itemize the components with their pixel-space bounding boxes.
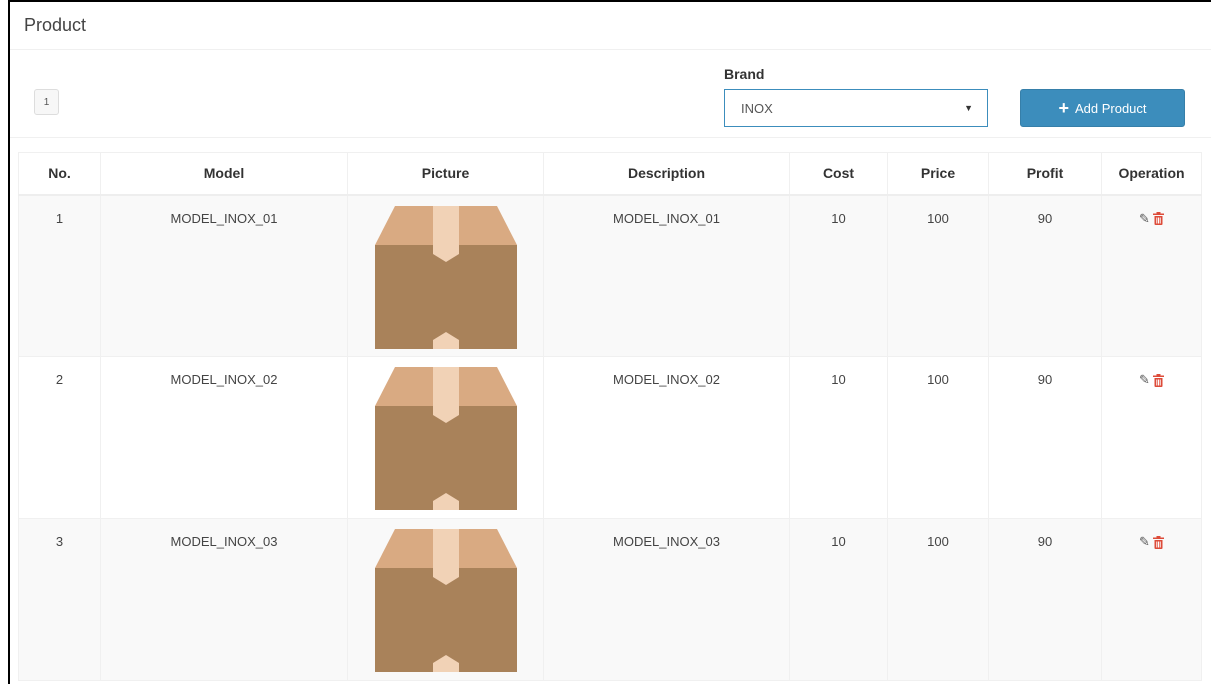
cell-picture <box>347 356 544 519</box>
page-title: Product <box>10 2 1211 50</box>
brand-select[interactable]: INOX ▼ <box>724 89 988 127</box>
column-header-price[interactable]: Price <box>887 152 989 196</box>
cell-cost: 10 <box>789 356 888 519</box>
cell-picture <box>347 518 544 681</box>
column-header-operation[interactable]: Operation <box>1101 152 1202 196</box>
table-header-row: No. Model Picture Description Cost Price… <box>18 152 1202 196</box>
column-header-cost[interactable]: Cost <box>789 152 888 196</box>
plus-icon: + <box>1058 98 1069 118</box>
cell-no: 2 <box>18 356 101 519</box>
cell-no: 3 <box>18 518 101 681</box>
column-header-model[interactable]: Model <box>100 152 348 196</box>
cell-description: MODEL_INOX_01 <box>543 194 790 357</box>
cell-description: MODEL_INOX_03 <box>543 518 790 681</box>
table-row: 3 MODEL_INOX_03 MODEL_INOX_03 10 100 90 <box>18 518 1202 681</box>
cell-operation: ✎ <box>1101 518 1202 681</box>
cell-operation: ✎ <box>1101 194 1202 357</box>
column-header-description[interactable]: Description <box>543 152 790 196</box>
trash-icon[interactable] <box>1152 535 1164 549</box>
cardboard-box-icon <box>374 529 517 672</box>
add-product-label: Add Product <box>1074 100 1147 116</box>
cardboard-box-icon <box>374 205 517 349</box>
pagination-page-button[interactable]: 1 <box>34 89 59 115</box>
product-table: No. Model Picture Description Cost Price… <box>18 152 1202 681</box>
cell-price: 100 <box>887 194 989 357</box>
cell-picture <box>347 194 544 357</box>
trash-icon[interactable] <box>1152 212 1164 225</box>
column-header-profit[interactable]: Profit <box>988 152 1102 196</box>
column-header-no[interactable]: No. <box>18 152 101 196</box>
cell-operation: ✎ <box>1101 356 1202 519</box>
cell-cost: 10 <box>789 194 888 357</box>
cell-model: MODEL_INOX_03 <box>100 518 348 681</box>
cell-price: 100 <box>887 356 989 519</box>
toolbar: 1 Brand INOX ▼ + Add Product <box>10 50 1211 138</box>
cell-profit: 90 <box>988 518 1102 681</box>
cell-cost: 10 <box>789 518 888 681</box>
brand-select-value: INOX <box>741 100 773 116</box>
add-product-button[interactable]: + Add Product <box>1020 89 1185 127</box>
cardboard-box-icon <box>374 367 517 510</box>
edit-icon[interactable]: ✎ <box>1139 534 1150 550</box>
edit-icon[interactable]: ✎ <box>1139 372 1150 388</box>
cell-model: MODEL_INOX_02 <box>100 356 348 519</box>
table-row: 2 MODEL_INOX_02 MODEL_INOX_02 10 100 90 <box>18 356 1202 519</box>
cell-price: 100 <box>887 518 989 681</box>
cell-profit: 90 <box>988 356 1102 519</box>
column-header-picture[interactable]: Picture <box>347 152 544 196</box>
brand-label: Brand <box>724 66 765 82</box>
caret-down-icon: ▼ <box>964 103 973 113</box>
cell-no: 1 <box>18 194 101 357</box>
cell-model: MODEL_INOX_01 <box>100 194 348 357</box>
table-row: 1 MODEL_INOX_01 MODEL_INOX_01 10 100 90 <box>18 194 1202 357</box>
cell-description: MODEL_INOX_02 <box>543 356 790 519</box>
edit-icon[interactable]: ✎ <box>1139 211 1150 227</box>
product-panel: Product 1 Brand INOX ▼ + Add Product No. <box>8 0 1211 684</box>
cell-profit: 90 <box>988 194 1102 357</box>
trash-icon[interactable] <box>1152 373 1164 387</box>
